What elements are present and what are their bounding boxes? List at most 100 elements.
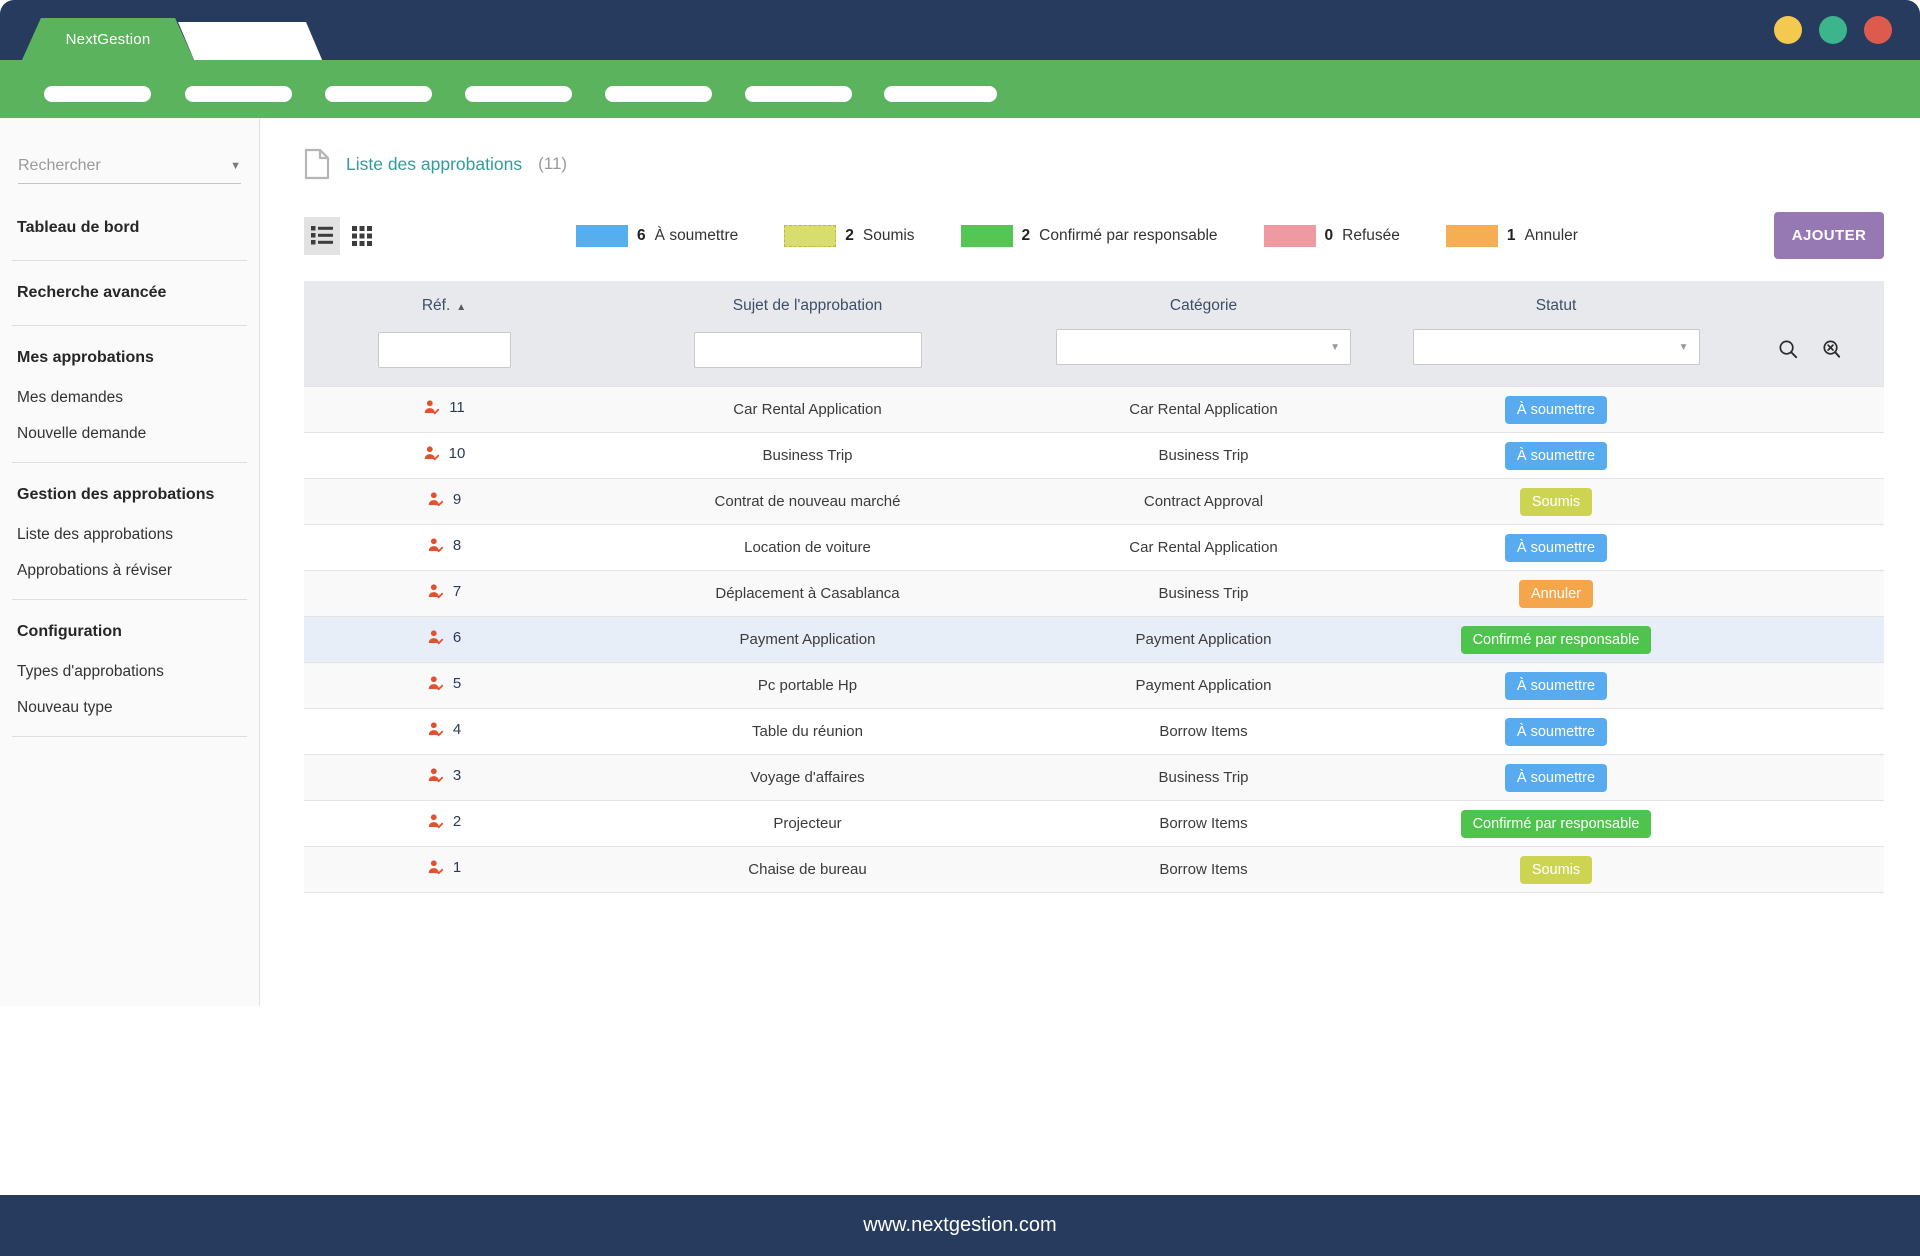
ref-number: 10 bbox=[449, 445, 466, 462]
divider bbox=[12, 599, 247, 600]
nav-item-placeholder-5[interactable] bbox=[605, 86, 712, 102]
status-badge: À soumettre bbox=[1505, 534, 1607, 562]
window-dot-yellow[interactable] bbox=[1774, 16, 1802, 44]
page-header: Liste des approbations (11) bbox=[304, 148, 1884, 180]
sidebar-item-recherche-avancee[interactable]: Recherche avancée bbox=[0, 271, 259, 315]
ref-number: 11 bbox=[449, 399, 465, 416]
category-cell: Car Rental Application bbox=[1129, 401, 1277, 418]
user-check-icon bbox=[427, 721, 444, 738]
sort-ascending-icon: ▲ bbox=[456, 302, 466, 313]
table-header: Réf. ▲ Sujet de l'approbation Catégorie S… bbox=[304, 281, 1884, 387]
legend-label: Annuler bbox=[1525, 227, 1578, 245]
legend-label: Refusée bbox=[1342, 227, 1400, 245]
legend-swatch-yellow bbox=[784, 225, 836, 247]
footer-url: www.nextgestion.com bbox=[863, 1214, 1056, 1237]
ref-number: 2 bbox=[453, 813, 461, 830]
column-header-subject[interactable]: Sujet de l'approbation bbox=[584, 281, 1031, 319]
status-badge: À soumettre bbox=[1505, 442, 1607, 470]
category-cell: Contract Approval bbox=[1144, 493, 1263, 510]
subject-cell: Chaise de bureau bbox=[748, 861, 866, 878]
column-label: Réf. bbox=[422, 297, 450, 314]
sidebar-item-tableau-de-bord[interactable]: Tableau de bord bbox=[0, 206, 259, 250]
ref-number: 3 bbox=[453, 767, 461, 784]
ref-number: 5 bbox=[453, 675, 461, 692]
user-check-icon bbox=[427, 767, 444, 784]
table-row[interactable]: 11 Car Rental Application Car Rental App… bbox=[304, 387, 1884, 433]
subject-cell: Location de voiture bbox=[744, 539, 871, 556]
category-filter-select[interactable]: ▼ bbox=[1056, 329, 1351, 365]
column-header-category[interactable]: Catégorie bbox=[1031, 281, 1376, 319]
legend-count: 0 bbox=[1325, 227, 1334, 245]
sidebar-section-configuration[interactable]: Configuration bbox=[0, 610, 259, 654]
table-row[interactable]: 7 Déplacement à Casablanca Business Trip… bbox=[304, 571, 1884, 617]
window-dot-green[interactable] bbox=[1819, 16, 1847, 44]
list-view-button[interactable] bbox=[304, 217, 340, 255]
table-body: 11 Car Rental Application Car Rental App… bbox=[304, 387, 1884, 893]
sidebar-section-mes-approbations[interactable]: Mes approbations bbox=[0, 336, 259, 380]
status-filter-select[interactable]: ▼ bbox=[1413, 329, 1700, 365]
table-row[interactable]: 5 Pc portable Hp Payment Application À s… bbox=[304, 663, 1884, 709]
legend-count: 1 bbox=[1507, 227, 1516, 245]
clear-search-icon bbox=[1820, 338, 1843, 361]
sidebar-item-mes-demandes[interactable]: Mes demandes bbox=[0, 380, 259, 416]
column-header-status[interactable]: Statut bbox=[1376, 281, 1736, 319]
clear-search-button[interactable] bbox=[1818, 336, 1845, 363]
table-row[interactable]: 6 Payment Application Payment Applicatio… bbox=[304, 617, 1884, 663]
user-check-icon bbox=[427, 629, 444, 646]
table-row[interactable]: 10 Business Trip Business Trip À soumett… bbox=[304, 433, 1884, 479]
category-cell: Business Trip bbox=[1158, 447, 1248, 464]
main-content: Liste des approbations (11) bbox=[260, 118, 1920, 1195]
legend-label: Confirmé par responsable bbox=[1039, 227, 1217, 245]
table-row[interactable]: 8 Location de voiture Car Rental Applica… bbox=[304, 525, 1884, 571]
category-cell: Business Trip bbox=[1158, 769, 1248, 786]
user-check-icon bbox=[427, 859, 444, 876]
user-check-icon bbox=[427, 675, 444, 692]
subject-cell: Business Trip bbox=[762, 447, 852, 464]
sidebar-search-select[interactable]: Rechercher ▼ bbox=[18, 148, 241, 184]
main-nav-bar bbox=[0, 60, 1920, 118]
brand-tab[interactable]: NextGestion bbox=[22, 18, 194, 60]
category-cell: Car Rental Application bbox=[1129, 539, 1277, 556]
subject-cell: Projecteur bbox=[773, 815, 841, 832]
sidebar-item-types-dapprobations[interactable]: Types d'approbations bbox=[0, 654, 259, 690]
sidebar-item-nouvelle-demande[interactable]: Nouvelle demande bbox=[0, 416, 259, 452]
nav-item-placeholder-3[interactable] bbox=[325, 86, 432, 102]
window-dot-red[interactable] bbox=[1864, 16, 1892, 44]
sidebar-item-nouveau-type[interactable]: Nouveau type bbox=[0, 690, 259, 726]
status-legend: 6 À soumettre 2 Soumis 2 Confirmé par re… bbox=[546, 225, 1578, 247]
column-label: Sujet de l'approbation bbox=[733, 297, 882, 314]
nav-item-placeholder-4[interactable] bbox=[465, 86, 572, 102]
nav-item-placeholder-1[interactable] bbox=[44, 86, 151, 102]
legend-count: 2 bbox=[845, 227, 854, 245]
page-title: Liste des approbations bbox=[346, 154, 522, 175]
table-row[interactable]: 3 Voyage d'affaires Business Trip À soum… bbox=[304, 755, 1884, 801]
add-button[interactable]: AJOUTER bbox=[1774, 212, 1884, 259]
sidebar-item-approbations-a-reviser[interactable]: Approbations à réviser bbox=[0, 553, 259, 589]
table-row[interactable]: 4 Table du réunion Borrow Items À soumet… bbox=[304, 709, 1884, 755]
subject-cell: Déplacement à Casablanca bbox=[715, 585, 899, 602]
nav-item-placeholder-2[interactable] bbox=[185, 86, 292, 102]
table-row[interactable]: 9 Contrat de nouveau marché Contract App… bbox=[304, 479, 1884, 525]
sidebar-item-liste-des-approbations[interactable]: Liste des approbations bbox=[0, 517, 259, 553]
column-header-ref[interactable]: Réf. ▲ bbox=[304, 281, 584, 319]
ref-filter-input[interactable] bbox=[378, 332, 511, 368]
subject-filter-input[interactable] bbox=[694, 332, 922, 368]
table-row[interactable]: 1 Chaise de bureau Borrow Items Soumis bbox=[304, 847, 1884, 893]
category-cell: Borrow Items bbox=[1159, 723, 1247, 740]
category-cell: Payment Application bbox=[1136, 677, 1272, 694]
subject-cell: Voyage d'affaires bbox=[750, 769, 864, 786]
column-label: Statut bbox=[1536, 297, 1577, 314]
sidebar-search-placeholder: Rechercher bbox=[18, 157, 101, 175]
grid-view-button[interactable] bbox=[344, 217, 380, 255]
nav-item-placeholder-7[interactable] bbox=[884, 86, 997, 102]
table-row[interactable]: 2 Projecteur Borrow Items Confirmé par r… bbox=[304, 801, 1884, 847]
legend-swatch-orange bbox=[1446, 225, 1498, 247]
nav-item-placeholder-6[interactable] bbox=[745, 86, 852, 102]
legend-item-annuler: 1 Annuler bbox=[1446, 225, 1578, 247]
search-button[interactable] bbox=[1775, 336, 1802, 363]
sidebar-section-gestion-des-approbations[interactable]: Gestion des approbations bbox=[0, 473, 259, 517]
category-cell: Borrow Items bbox=[1159, 861, 1247, 878]
top-bar: NextGestion bbox=[0, 0, 1920, 60]
status-badge: À soumettre bbox=[1505, 396, 1607, 424]
ref-number: 4 bbox=[453, 721, 461, 738]
